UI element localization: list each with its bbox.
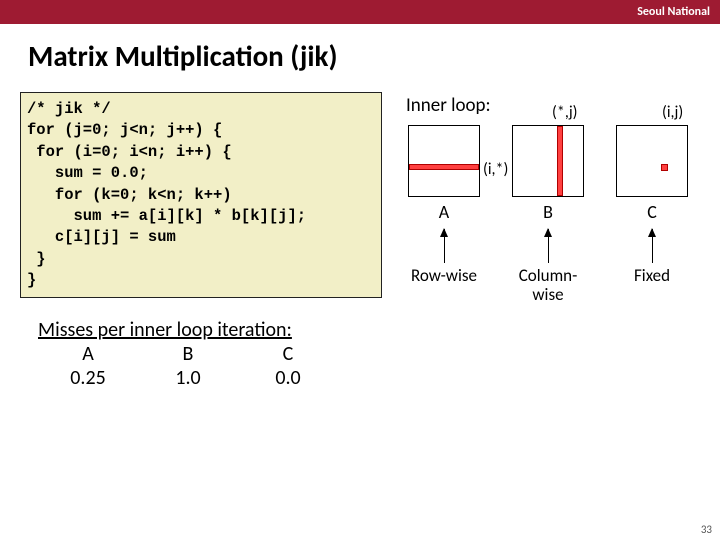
matrix-a-name: A: [439, 201, 449, 223]
matrix-c-dot: [661, 164, 668, 171]
code-box: /* jik */ for (j=0; j<n; j++) { for (i=0…: [20, 92, 382, 298]
misses-header-row: A B C: [38, 342, 390, 366]
caption-b: Column- wise: [519, 267, 578, 304]
misses-col-a: A: [38, 342, 138, 366]
misses-block: Misses per inner loop iteration: A B C 0…: [20, 318, 390, 390]
matrix-c: [616, 125, 688, 197]
matrix-b: [512, 125, 584, 197]
right-column: Inner loop: (i,*) A Row-wise (*,j) B Col…: [390, 92, 720, 390]
arrow-b: [548, 229, 549, 263]
matrix-unit-a: (i,*) A Row-wise: [408, 125, 480, 286]
caption-a: Row-wise: [411, 267, 477, 286]
matrix-unit-b: (*,j) B Column- wise: [512, 125, 584, 304]
page-number: 33: [701, 523, 712, 536]
matrix-a-strip: [409, 164, 479, 170]
left-column: /* jik */ for (j=0; j<n; j++) { for (i=0…: [20, 92, 390, 390]
slide-body: /* jik */ for (j=0; j<n; j++) { for (i=0…: [0, 92, 720, 390]
matrices-row: (i,*) A Row-wise (*,j) B Column- wise (i…: [408, 125, 720, 304]
matrix-b-strip: [557, 126, 563, 196]
misses-val-c: 0.0: [238, 366, 338, 390]
code-content: /* jik */ for (j=0; j<n; j++) { for (i=0…: [27, 99, 373, 291]
caption-c: Fixed: [634, 267, 670, 286]
org-name: Seoul National: [637, 5, 710, 19]
misses-val-a: 0.25: [38, 366, 138, 390]
arrow-a: [444, 229, 445, 263]
misses-val-b: 1.0: [138, 366, 238, 390]
matrix-a: (i,*): [408, 125, 480, 197]
misses-col-b: B: [138, 342, 238, 366]
matrix-c-name: C: [647, 201, 657, 223]
matrix-a-annot: (i,*): [483, 160, 508, 179]
misses-value-row: 0.25 1.0 0.0: [38, 366, 390, 390]
header-bar: Seoul National: [0, 0, 720, 24]
matrix-c-annot: (i,j): [662, 103, 683, 122]
slide-title: Matrix Multiplication (jik): [28, 38, 702, 74]
misses-col-c: C: [238, 342, 338, 366]
arrow-c: [652, 229, 653, 263]
matrix-unit-c: (i,j) C Fixed: [616, 125, 688, 286]
matrix-b-annot: (*,j): [552, 103, 578, 122]
matrix-b-name: B: [543, 201, 553, 223]
misses-title: Misses per inner loop iteration:: [38, 318, 390, 342]
